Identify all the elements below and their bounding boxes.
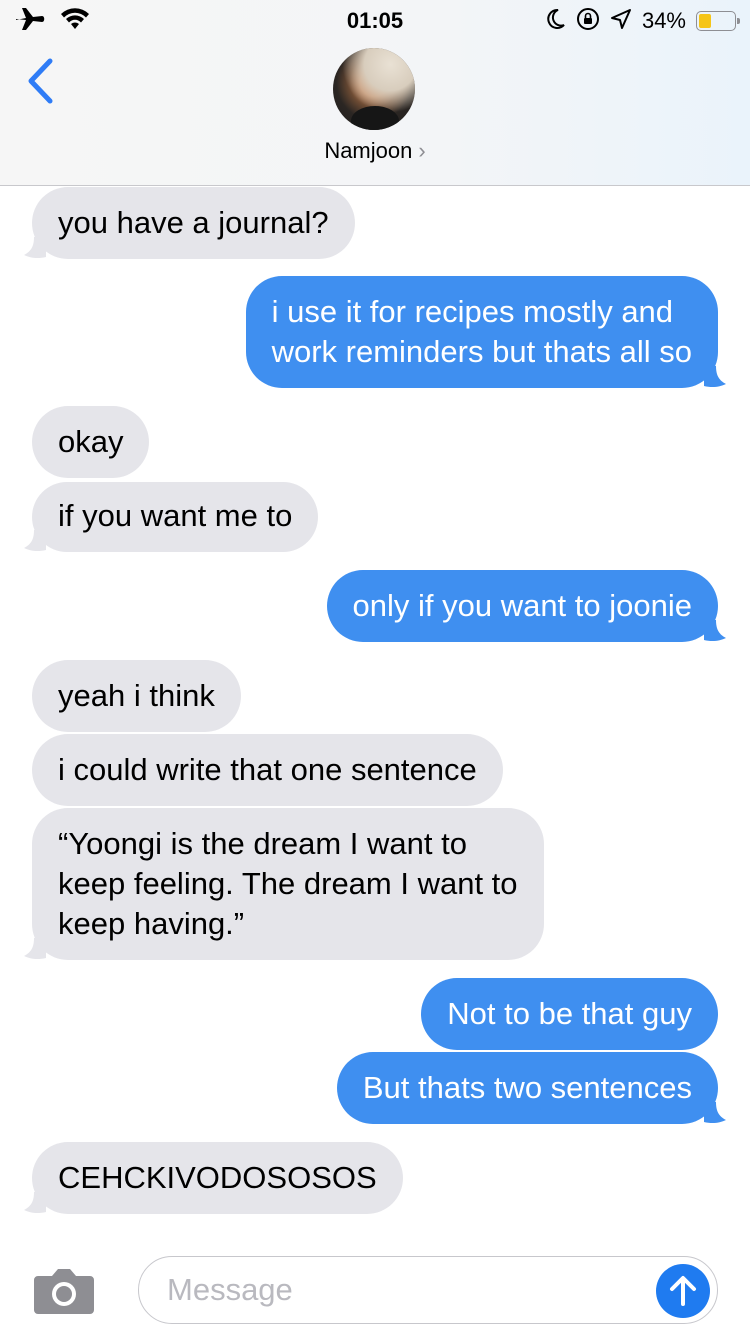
send-button[interactable] (656, 1264, 710, 1318)
back-button[interactable] (18, 56, 62, 106)
moon-icon (546, 8, 566, 35)
message-text-line: “Yoongi is the dream I want to (58, 826, 467, 861)
message-bubble[interactable]: “Yoongi is the dream I want to keep feel… (24, 808, 544, 960)
message-bubble[interactable]: okay (32, 406, 150, 478)
message-text: But thats two sentences (362, 1070, 692, 1105)
battery-icon (696, 11, 740, 31)
message-bubble[interactable]: But thats two sentences (336, 1052, 726, 1124)
camera-button[interactable] (32, 1266, 96, 1316)
message-thread: you have a journal? i use it for recipes… (0, 186, 750, 1236)
message-composer (0, 1236, 750, 1334)
bubble-tail (24, 237, 46, 259)
message-text: i could write that one sentence (58, 752, 477, 787)
arrow-up-icon (670, 1276, 696, 1306)
battery-cap (737, 18, 740, 24)
status-bar: 01:05 34% (0, 0, 750, 40)
contact-avatar[interactable] (333, 48, 415, 130)
message-bubble[interactable]: if you want me to (24, 482, 319, 552)
status-right: 34% (546, 6, 740, 36)
message-bubble[interactable]: i use it for recipes mostly and work rem… (245, 276, 726, 388)
bubble-tail (24, 938, 46, 960)
battery-percent: 34% (641, 8, 686, 33)
message-bubble[interactable]: i could write that one sentence (32, 734, 503, 806)
message-text-line: work reminders but thats all so (271, 334, 692, 369)
bubble-tail (704, 1102, 726, 1124)
camera-icon (34, 1269, 94, 1314)
bubble-tail (24, 1192, 46, 1214)
message-text-line: keep feeling. The dream I want to (58, 866, 518, 901)
message-text: you have a journal? (58, 205, 329, 240)
conversation-header: 01:05 34% Namjoon › (0, 0, 750, 186)
chevron-right-icon: › (418, 138, 426, 163)
message-bubble[interactable]: yeah i think (32, 660, 241, 732)
chevron-left-icon (28, 58, 53, 104)
message-bubble[interactable]: Not to be that guy (421, 978, 718, 1050)
message-bubble[interactable]: CEHCKIVODOSOSOS (24, 1142, 403, 1214)
bubble-tail (704, 620, 726, 642)
battery-level (699, 14, 711, 28)
message-bubble[interactable]: you have a journal? (24, 187, 355, 259)
bubble-tail (24, 530, 46, 552)
message-text-line: keep having.” (58, 906, 245, 941)
message-text: if you want me to (58, 498, 293, 533)
message-text: CEHCKIVODOSOSOS (58, 1160, 377, 1195)
message-text-line: i use it for recipes mostly and (271, 294, 674, 329)
message-text: yeah i think (58, 678, 215, 713)
contact-name: Namjoon (324, 138, 413, 163)
rotation-lock-icon (576, 7, 600, 36)
message-text: okay (58, 424, 124, 459)
message-bubble[interactable]: only if you want to joonie (326, 570, 726, 642)
message-text: only if you want to joonie (352, 588, 693, 623)
bubble-tail (704, 366, 726, 388)
message-input[interactable] (138, 1256, 718, 1324)
message-text: Not to be that guy (447, 996, 692, 1031)
location-arrow-icon (610, 8, 632, 35)
contact-info-button[interactable]: Namjoon › (0, 136, 750, 166)
